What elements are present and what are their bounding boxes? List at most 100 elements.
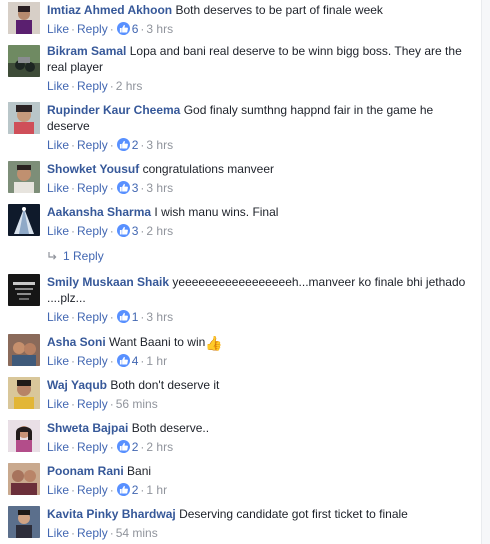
like-thumb-icon[interactable] (116, 138, 130, 151)
comment-text: Want Baani to win (109, 335, 206, 349)
separator-dot: · (109, 224, 114, 238)
avatar[interactable] (8, 506, 40, 538)
avatar[interactable] (8, 274, 40, 306)
reply-button[interactable]: Reply (77, 526, 108, 540)
comment-author[interactable]: Imtiaz Ahmed Akhoon (47, 3, 172, 17)
comment-author[interactable]: Aakansha Sharma (47, 205, 151, 219)
reply-button[interactable]: Reply (77, 310, 108, 324)
comment-item: Shweta Bajpai Both deserve.. Like · Reply ·… (0, 420, 481, 460)
reply-button[interactable]: Reply (77, 440, 108, 454)
comment-text-line: Showket Yousuf congratulations manveer (47, 161, 471, 177)
like-thumb-icon[interactable] (116, 440, 130, 453)
comment-author[interactable]: Poonam Rani (47, 464, 124, 478)
reply-button[interactable]: Reply (77, 138, 108, 152)
separator-dot: · (109, 440, 114, 454)
comment-item: Waj Yaqub Both don't deserve it Like · Rep… (0, 377, 481, 417)
comment-author[interactable]: Smily Muskaan Shaik (47, 275, 169, 289)
like-button[interactable]: Like (47, 440, 69, 454)
avatar[interactable] (8, 102, 40, 134)
comment-timestamp[interactable]: 2 hrs (146, 440, 173, 454)
comment-text-line: Poonam Rani Bani (47, 463, 471, 479)
comment-timestamp[interactable]: 56 mins (116, 397, 158, 411)
comment-timestamp[interactable]: 2 hrs (146, 224, 173, 238)
avatar[interactable] (8, 2, 40, 34)
comment-timestamp[interactable]: 3 hrs (146, 310, 173, 324)
reply-button[interactable]: Reply (77, 354, 108, 368)
avatar[interactable] (8, 45, 40, 77)
comment-text-line: Asha Soni Want Baani to win👍 (47, 334, 471, 350)
like-thumb-icon[interactable] (116, 310, 130, 323)
like-button[interactable]: Like (47, 397, 69, 411)
comment-author[interactable]: Waj Yaqub (47, 378, 107, 392)
like-button[interactable]: Like (47, 181, 69, 195)
avatar-image (8, 2, 40, 34)
comment-text: Both don't deserve it (110, 378, 220, 392)
avatar[interactable] (8, 463, 40, 495)
avatar[interactable] (8, 334, 40, 366)
like-button[interactable]: Like (47, 310, 69, 324)
avatar-image (8, 204, 40, 236)
like-button[interactable]: Like (47, 22, 69, 36)
comment-timestamp[interactable]: 2 hrs (116, 79, 143, 93)
reply-button[interactable]: Reply (77, 79, 108, 93)
like-thumb-icon[interactable] (116, 22, 130, 35)
avatar-image (8, 45, 40, 77)
comment-text: I wish manu wins. Final (154, 205, 279, 219)
separator-dot: · (109, 310, 114, 324)
avatar[interactable] (8, 204, 40, 236)
avatar-image (8, 463, 40, 495)
avatar[interactable] (8, 420, 40, 452)
like-thumb-icon[interactable] (116, 483, 130, 496)
comment-author[interactable]: Asha Soni (47, 335, 106, 349)
avatar-image (8, 161, 40, 193)
separator-dot: · (71, 440, 76, 454)
reply-button[interactable]: Reply (77, 397, 108, 411)
thumbs-up-emoji-icon: 👍 (205, 335, 223, 351)
like-button[interactable]: Like (47, 354, 69, 368)
view-replies-label[interactable]: 1 Reply (63, 249, 104, 263)
comment-actions: Like · Reply · 6 · 3 hrs (47, 21, 471, 37)
comment-text-line: Imtiaz Ahmed Akhoon Both deserves to be … (47, 2, 471, 18)
like-thumb-icon[interactable] (116, 181, 130, 194)
comment-actions: Like · Reply · 2 · 2 hrs (47, 439, 471, 455)
like-thumb-icon[interactable] (116, 354, 130, 367)
comment-text-line: Rupinder Kaur Cheema God finaly sumthng … (47, 102, 471, 134)
comment-actions: Like · Reply · 2 · 3 hrs (47, 137, 471, 153)
like-button[interactable]: Like (47, 224, 69, 238)
like-button[interactable]: Like (47, 138, 69, 152)
reply-button[interactable]: Reply (77, 22, 108, 36)
comment-timestamp[interactable]: 3 hrs (146, 138, 173, 152)
comment-timestamp[interactable]: 54 mins (116, 526, 158, 540)
comment-author[interactable]: Rupinder Kaur Cheema (47, 103, 180, 117)
reply-button[interactable]: Reply (77, 224, 108, 238)
separator-dot: · (109, 22, 114, 36)
reply-arrow-icon (48, 252, 57, 260)
comment-text: Both deserves to be part of finale week (175, 3, 383, 17)
comment-timestamp[interactable]: 3 hrs (146, 22, 173, 36)
avatar[interactable] (8, 377, 40, 409)
comment-item: Kavita Pinky Bhardwaj Deserving candidat… (0, 506, 481, 544)
comment-timestamp[interactable]: 1 hr (146, 483, 167, 497)
comment-item: Smily Muskaan Shaik yeeeeeeeeeeeeeeeeeh.… (0, 274, 481, 326)
like-button[interactable]: Like (47, 526, 69, 540)
like-button[interactable]: Like (47, 483, 69, 497)
avatar-image (8, 377, 40, 409)
comment-author[interactable]: Bikram Samal (47, 44, 126, 58)
like-button[interactable]: Like (47, 79, 69, 93)
view-replies-link[interactable]: 1 Reply (47, 248, 104, 264)
separator-dot: · (109, 181, 114, 195)
separator-dot: · (71, 526, 76, 540)
comment-timestamp[interactable]: 1 hr (146, 354, 167, 368)
scrollbar[interactable] (481, 0, 490, 544)
comment-author[interactable]: Kavita Pinky Bhardwaj (47, 507, 176, 521)
avatar-image (8, 274, 40, 306)
comment-author[interactable]: Showket Yousuf (47, 162, 139, 176)
reply-button[interactable]: Reply (77, 483, 108, 497)
avatar[interactable] (8, 161, 40, 193)
comment-author[interactable]: Shweta Bajpai (47, 421, 128, 435)
like-thumb-icon[interactable] (116, 224, 130, 237)
comment-actions: Like · Reply · 56 mins (47, 396, 471, 412)
reply-button[interactable]: Reply (77, 181, 108, 195)
comment-item: Asha Soni Want Baani to win👍 Like · Reply ·… (0, 334, 481, 374)
comment-timestamp[interactable]: 3 hrs (146, 181, 173, 195)
